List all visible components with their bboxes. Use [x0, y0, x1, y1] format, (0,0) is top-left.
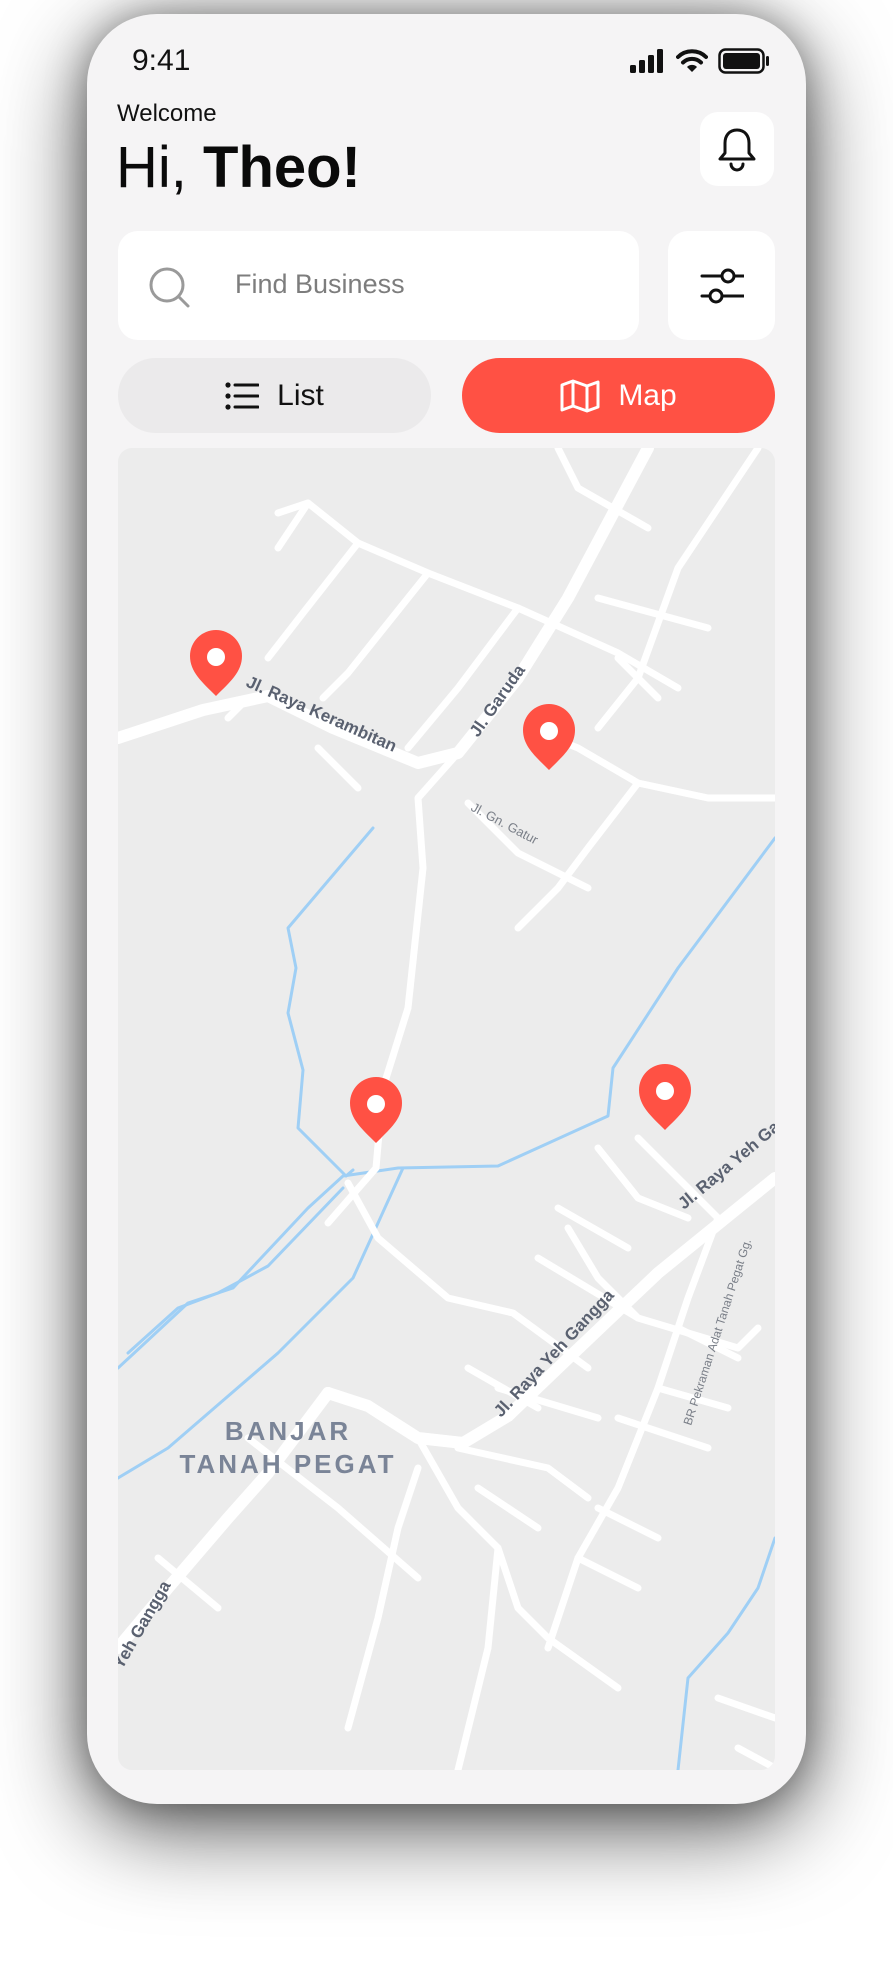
list-view-button[interactable]: List: [118, 358, 431, 433]
wifi-icon: [676, 49, 708, 72]
map-pin[interactable]: [523, 704, 575, 770]
list-view-label: List: [277, 378, 324, 412]
phone-frame: 9:41 Welcome Hi, Theo! Find Business Lis…: [87, 14, 806, 1804]
search-placeholder: Find Business: [235, 269, 405, 299]
status-time: 9:41: [132, 44, 191, 77]
battery-icon: [718, 48, 769, 74]
map-pin[interactable]: [190, 630, 242, 696]
map-view-button[interactable]: Map: [462, 358, 775, 433]
greeting: Hi, Theo!: [116, 134, 361, 201]
greeting-prefix: Hi,: [116, 135, 187, 200]
filter-button[interactable]: [668, 231, 775, 340]
map-icon: [560, 379, 600, 412]
map-view[interactable]: Jl. Raya Kerambitan Jl. Garuda Jl. Gn. G…: [118, 448, 775, 1770]
status-icons: [630, 48, 770, 74]
user-name: Theo!: [203, 135, 361, 200]
street-label-raya-yeh-gangga: Jl. Raya Yeh Gangga: [490, 1285, 618, 1420]
area-label-line1: BANJAR: [225, 1416, 351, 1446]
notifications-button[interactable]: [700, 112, 774, 186]
sliders-icon: [700, 268, 744, 303]
street-label-garuda: Jl. Garuda: [466, 661, 530, 740]
map-view-label: Map: [618, 378, 677, 412]
map-pin[interactable]: [639, 1064, 691, 1130]
signal-icon: [630, 49, 663, 73]
search-input[interactable]: Find Business: [118, 231, 639, 340]
street-label-yeh-gangga-west: Yeh Gangga: [118, 1577, 175, 1672]
welcome-text: Welcome: [117, 100, 217, 127]
street-label-raya-kerambitan: Jl. Raya Kerambitan: [243, 672, 399, 755]
list-icon: [225, 381, 260, 410]
search-icon: [149, 267, 190, 308]
map-pin[interactable]: [350, 1077, 402, 1143]
area-label-line2: TANAH PEGAT: [180, 1449, 397, 1479]
bell-icon: [718, 128, 756, 172]
